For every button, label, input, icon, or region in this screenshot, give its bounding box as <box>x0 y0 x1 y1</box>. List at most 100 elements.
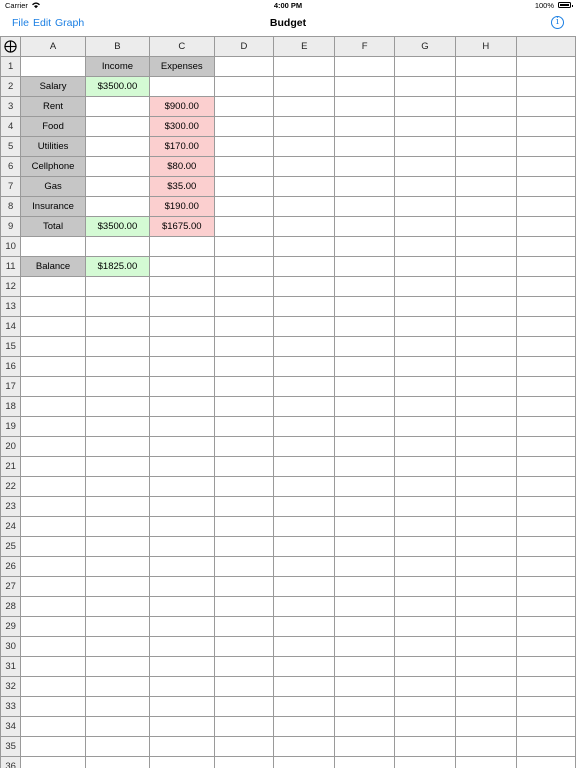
cell-b31[interactable] <box>84 656 151 677</box>
cell-c36[interactable] <box>149 756 215 768</box>
cell-f12[interactable] <box>334 276 396 297</box>
cell-d12[interactable] <box>213 276 275 297</box>
edit-menu[interactable]: Edit <box>33 17 51 29</box>
cell-c6[interactable]: $80.00 <box>149 156 215 177</box>
cell-f19[interactable] <box>334 416 396 437</box>
cell-h8[interactable] <box>454 196 517 217</box>
cell-i30[interactable] <box>515 636 576 657</box>
row-header[interactable]: 29 <box>0 616 22 637</box>
cell-f22[interactable] <box>334 476 396 497</box>
cell-a34[interactable] <box>20 716 86 737</box>
cell-d27[interactable] <box>213 576 275 597</box>
cell-f9[interactable] <box>334 216 396 237</box>
cell-e21[interactable] <box>273 456 336 477</box>
cell-c35[interactable] <box>149 736 215 757</box>
row-header[interactable]: 7 <box>0 176 22 197</box>
cell-b2[interactable]: $3500.00 <box>84 76 151 97</box>
cell-b7[interactable] <box>84 176 151 197</box>
cell-c14[interactable] <box>149 316 215 337</box>
cell-c11[interactable] <box>149 256 215 277</box>
cell-b13[interactable] <box>84 296 151 317</box>
cell-a23[interactable] <box>20 496 86 517</box>
cell-g14[interactable] <box>394 316 456 337</box>
cell-e8[interactable] <box>273 196 336 217</box>
cell-i14[interactable] <box>515 316 576 337</box>
row-header[interactable]: 4 <box>0 116 22 137</box>
cell-i5[interactable] <box>515 136 576 157</box>
cell-g3[interactable] <box>394 96 456 117</box>
cell-i20[interactable] <box>515 436 576 457</box>
cell-h10[interactable] <box>454 236 517 257</box>
cell-g27[interactable] <box>394 576 456 597</box>
cell-c12[interactable] <box>149 276 215 297</box>
cell-d17[interactable] <box>213 376 275 397</box>
cell-h30[interactable] <box>454 636 517 657</box>
column-header[interactable]: A <box>20 36 86 57</box>
cell-g21[interactable] <box>394 456 456 477</box>
row-header[interactable]: 28 <box>0 596 22 617</box>
cell-h18[interactable] <box>454 396 517 417</box>
row-header[interactable]: 36 <box>0 756 22 768</box>
cell-g36[interactable] <box>394 756 456 768</box>
cell-f13[interactable] <box>334 296 396 317</box>
cell-d8[interactable] <box>213 196 275 217</box>
cell-i24[interactable] <box>515 516 576 537</box>
cell-d30[interactable] <box>213 636 275 657</box>
cell-d24[interactable] <box>213 516 275 537</box>
cell-c16[interactable] <box>149 356 215 377</box>
cell-e33[interactable] <box>273 696 336 717</box>
cell-i18[interactable] <box>515 396 576 417</box>
file-menu[interactable]: File <box>12 17 29 29</box>
cell-f3[interactable] <box>334 96 396 117</box>
cell-e27[interactable] <box>273 576 336 597</box>
cell-d9[interactable] <box>213 216 275 237</box>
cell-a13[interactable] <box>20 296 86 317</box>
cell-c2[interactable] <box>149 76 215 97</box>
cell-d21[interactable] <box>213 456 275 477</box>
cell-i35[interactable] <box>515 736 576 757</box>
cell-i27[interactable] <box>515 576 576 597</box>
cell-f10[interactable] <box>334 236 396 257</box>
cell-a10[interactable] <box>20 236 86 257</box>
cell-b14[interactable] <box>84 316 151 337</box>
cell-h32[interactable] <box>454 676 517 697</box>
cell-b35[interactable] <box>84 736 151 757</box>
cell-g29[interactable] <box>394 616 456 637</box>
row-header[interactable]: 3 <box>0 96 22 117</box>
cell-i29[interactable] <box>515 616 576 637</box>
info-icon[interactable]: i <box>551 16 564 29</box>
cell-i21[interactable] <box>515 456 576 477</box>
cell-d22[interactable] <box>213 476 275 497</box>
cell-a14[interactable] <box>20 316 86 337</box>
cell-c27[interactable] <box>149 576 215 597</box>
cell-f36[interactable] <box>334 756 396 768</box>
cell-f35[interactable] <box>334 736 396 757</box>
cell-g18[interactable] <box>394 396 456 417</box>
cell-f8[interactable] <box>334 196 396 217</box>
cell-g11[interactable] <box>394 256 456 277</box>
cell-c4[interactable]: $300.00 <box>149 116 215 137</box>
cell-c25[interactable] <box>149 536 215 557</box>
cell-f25[interactable] <box>334 536 396 557</box>
row-header[interactable]: 6 <box>0 156 22 177</box>
cell-g22[interactable] <box>394 476 456 497</box>
row-header[interactable]: 25 <box>0 536 22 557</box>
cell-d18[interactable] <box>213 396 275 417</box>
cell-b28[interactable] <box>84 596 151 617</box>
cell-d1[interactable] <box>213 56 275 77</box>
cell-d20[interactable] <box>213 436 275 457</box>
cell-a18[interactable] <box>20 396 86 417</box>
cell-d36[interactable] <box>213 756 275 768</box>
cell-i16[interactable] <box>515 356 576 377</box>
row-header[interactable]: 23 <box>0 496 22 517</box>
cell-b10[interactable] <box>84 236 151 257</box>
cell-b18[interactable] <box>84 396 151 417</box>
cell-g35[interactable] <box>394 736 456 757</box>
cell-i28[interactable] <box>515 596 576 617</box>
cell-f14[interactable] <box>334 316 396 337</box>
cell-c32[interactable] <box>149 676 215 697</box>
cell-h2[interactable] <box>454 76 517 97</box>
cell-i15[interactable] <box>515 336 576 357</box>
cell-b1[interactable]: Income <box>84 56 151 77</box>
cell-a8[interactable]: Insurance <box>20 196 86 217</box>
